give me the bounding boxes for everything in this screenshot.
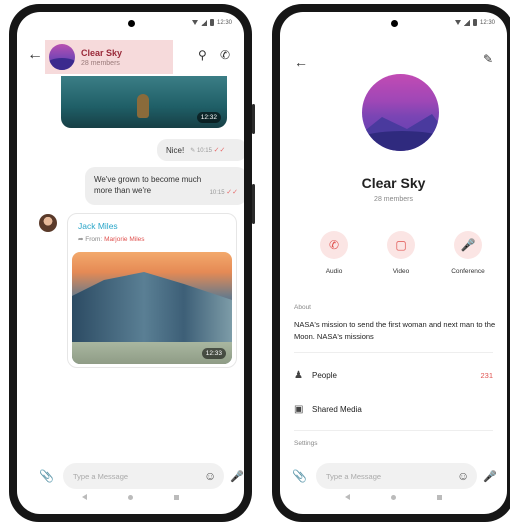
camera-icon (390, 20, 398, 27)
action-label: Conference (451, 268, 485, 275)
bird-image (137, 94, 149, 118)
edit-icon: ✎ (190, 148, 196, 154)
nav-recents-icon[interactable] (173, 494, 179, 500)
video-icon: ▢ (387, 231, 415, 259)
conference-button[interactable]: 🎤 Conference (440, 231, 496, 275)
divider (294, 430, 493, 431)
wifi-icon (454, 20, 461, 25)
microphone-icon[interactable]: 🎤 (483, 470, 497, 483)
signal-icon (463, 19, 470, 26)
people-icon: ♟ (294, 369, 303, 381)
message-time: 10:15 ✓✓ (209, 189, 238, 196)
image-timestamp: 12:32 (196, 112, 221, 123)
status-time: 12:30 (479, 19, 495, 26)
media-icon: ▣ (294, 403, 304, 415)
wifi-icon (191, 20, 198, 25)
chat-screen: 12:30 ← Clear Sky 28 members ⚲ ✆ 12:32 N… (17, 12, 244, 514)
forward-arrow-icon: ➦ (78, 236, 84, 243)
message-input[interactable]: Type a Message ☺ (63, 463, 225, 489)
camera-icon (127, 20, 135, 27)
row-label: Shared Media (312, 404, 362, 414)
action-label: Video (392, 268, 410, 275)
action-buttons: ✆ Audio ▢ Video 🎤 Conference (306, 231, 496, 275)
about-text: NASA's mission to send the first woman a… (294, 320, 496, 341)
original-sender[interactable]: Marjorie Miles (104, 236, 144, 243)
group-avatar (49, 44, 75, 70)
status-icons: 12:30 (454, 19, 495, 26)
forwarded-message[interactable]: Jack Miles ➦ From: Marjorie Miles 12:33 (67, 213, 237, 368)
back-arrow-icon[interactable]: ← (27, 46, 43, 64)
forwarded-from: ➦ From: Marjorie Miles (78, 236, 145, 243)
shared-media-row[interactable]: ▣ Shared Media (294, 400, 493, 418)
message-text: Nice! (166, 145, 185, 155)
volume-button (252, 104, 255, 134)
nav-home-icon[interactable] (390, 494, 396, 500)
group-avatar-large (362, 74, 439, 151)
nav-back-icon[interactable] (345, 494, 351, 500)
chat-members: 28 members (81, 59, 120, 67)
signal-icon (200, 19, 207, 26)
profile-title: Clear Sky (361, 175, 426, 191)
attach-icon[interactable]: 📎 (39, 469, 57, 483)
microphone-icon[interactable]: 🎤 (230, 470, 244, 483)
nav-home-icon[interactable] (127, 494, 133, 500)
profile-screen: 12:30 ← ✎ Clear Sky 28 members ✆ Audio ▢… (280, 12, 507, 514)
status-icons: 12:30 (191, 19, 232, 26)
phone-chat: 12:30 ← Clear Sky 28 members ⚲ ✆ 12:32 N… (9, 4, 255, 522)
profile-members: 28 members (374, 196, 413, 203)
status-bar: 12:30 (17, 12, 244, 36)
divider (294, 352, 493, 353)
attach-icon[interactable]: 📎 (292, 469, 310, 483)
read-check-icon: ✓✓ (213, 147, 226, 154)
image-message[interactable]: 12:32 (61, 76, 227, 128)
microphone-icon: 🎤 (454, 231, 482, 259)
message-bubble[interactable]: Nice! ✎ 10:15 ✓✓ (157, 139, 244, 161)
message-time: ✎ 10:15 ✓✓ (190, 147, 226, 154)
forwarded-image[interactable]: 12:33 (72, 252, 232, 364)
status-time: 12:30 (216, 19, 232, 26)
edit-icon[interactable]: ✎ (483, 52, 493, 66)
sender-avatar[interactable] (39, 214, 57, 232)
emoji-icon[interactable]: ☺ (457, 469, 469, 483)
settings-label: Settings (294, 440, 318, 447)
people-count: 231 (480, 370, 493, 380)
phone-profile: 12:30 ← ✎ Clear Sky 28 members ✆ Audio ▢… (272, 4, 510, 522)
people-row[interactable]: ♟ People 231 (294, 366, 493, 384)
search-icon[interactable]: ⚲ (198, 48, 207, 62)
phone-icon[interactable]: ✆ (220, 48, 230, 62)
system-nav-bar (280, 488, 507, 506)
message-bubble[interactable]: We've grown to become much more than we'… (85, 167, 244, 205)
chat-header: ← Clear Sky 28 members ⚲ ✆ (17, 36, 244, 76)
battery-icon (209, 19, 214, 26)
nav-recents-icon[interactable] (436, 494, 442, 500)
message-text: We've grown to become much more than we'… (94, 175, 202, 195)
system-nav-bar (17, 488, 244, 506)
chat-title-block[interactable]: Clear Sky 28 members (45, 40, 173, 74)
about-label: About (294, 304, 311, 311)
battery-icon (472, 19, 477, 26)
message-input[interactable]: Type a Message ☺ (316, 463, 478, 489)
emoji-icon[interactable]: ☺ (204, 469, 216, 483)
status-bar: 12:30 (280, 12, 507, 36)
video-call-button[interactable]: ▢ Video (373, 231, 429, 275)
sender-name[interactable]: Jack Miles (78, 221, 118, 231)
read-check-icon: ✓✓ (226, 189, 238, 196)
back-arrow-icon[interactable]: ← (294, 54, 308, 70)
cliff-image (72, 272, 232, 352)
image-timestamp: 12:33 (201, 348, 226, 359)
audio-call-button[interactable]: ✆ Audio (306, 231, 362, 275)
action-label: Audio (325, 268, 343, 275)
row-label: People (312, 370, 337, 380)
chat-title: Clear Sky (81, 47, 123, 58)
phone-icon: ✆ (320, 231, 348, 259)
nav-back-icon[interactable] (82, 494, 88, 500)
power-button (252, 184, 255, 224)
